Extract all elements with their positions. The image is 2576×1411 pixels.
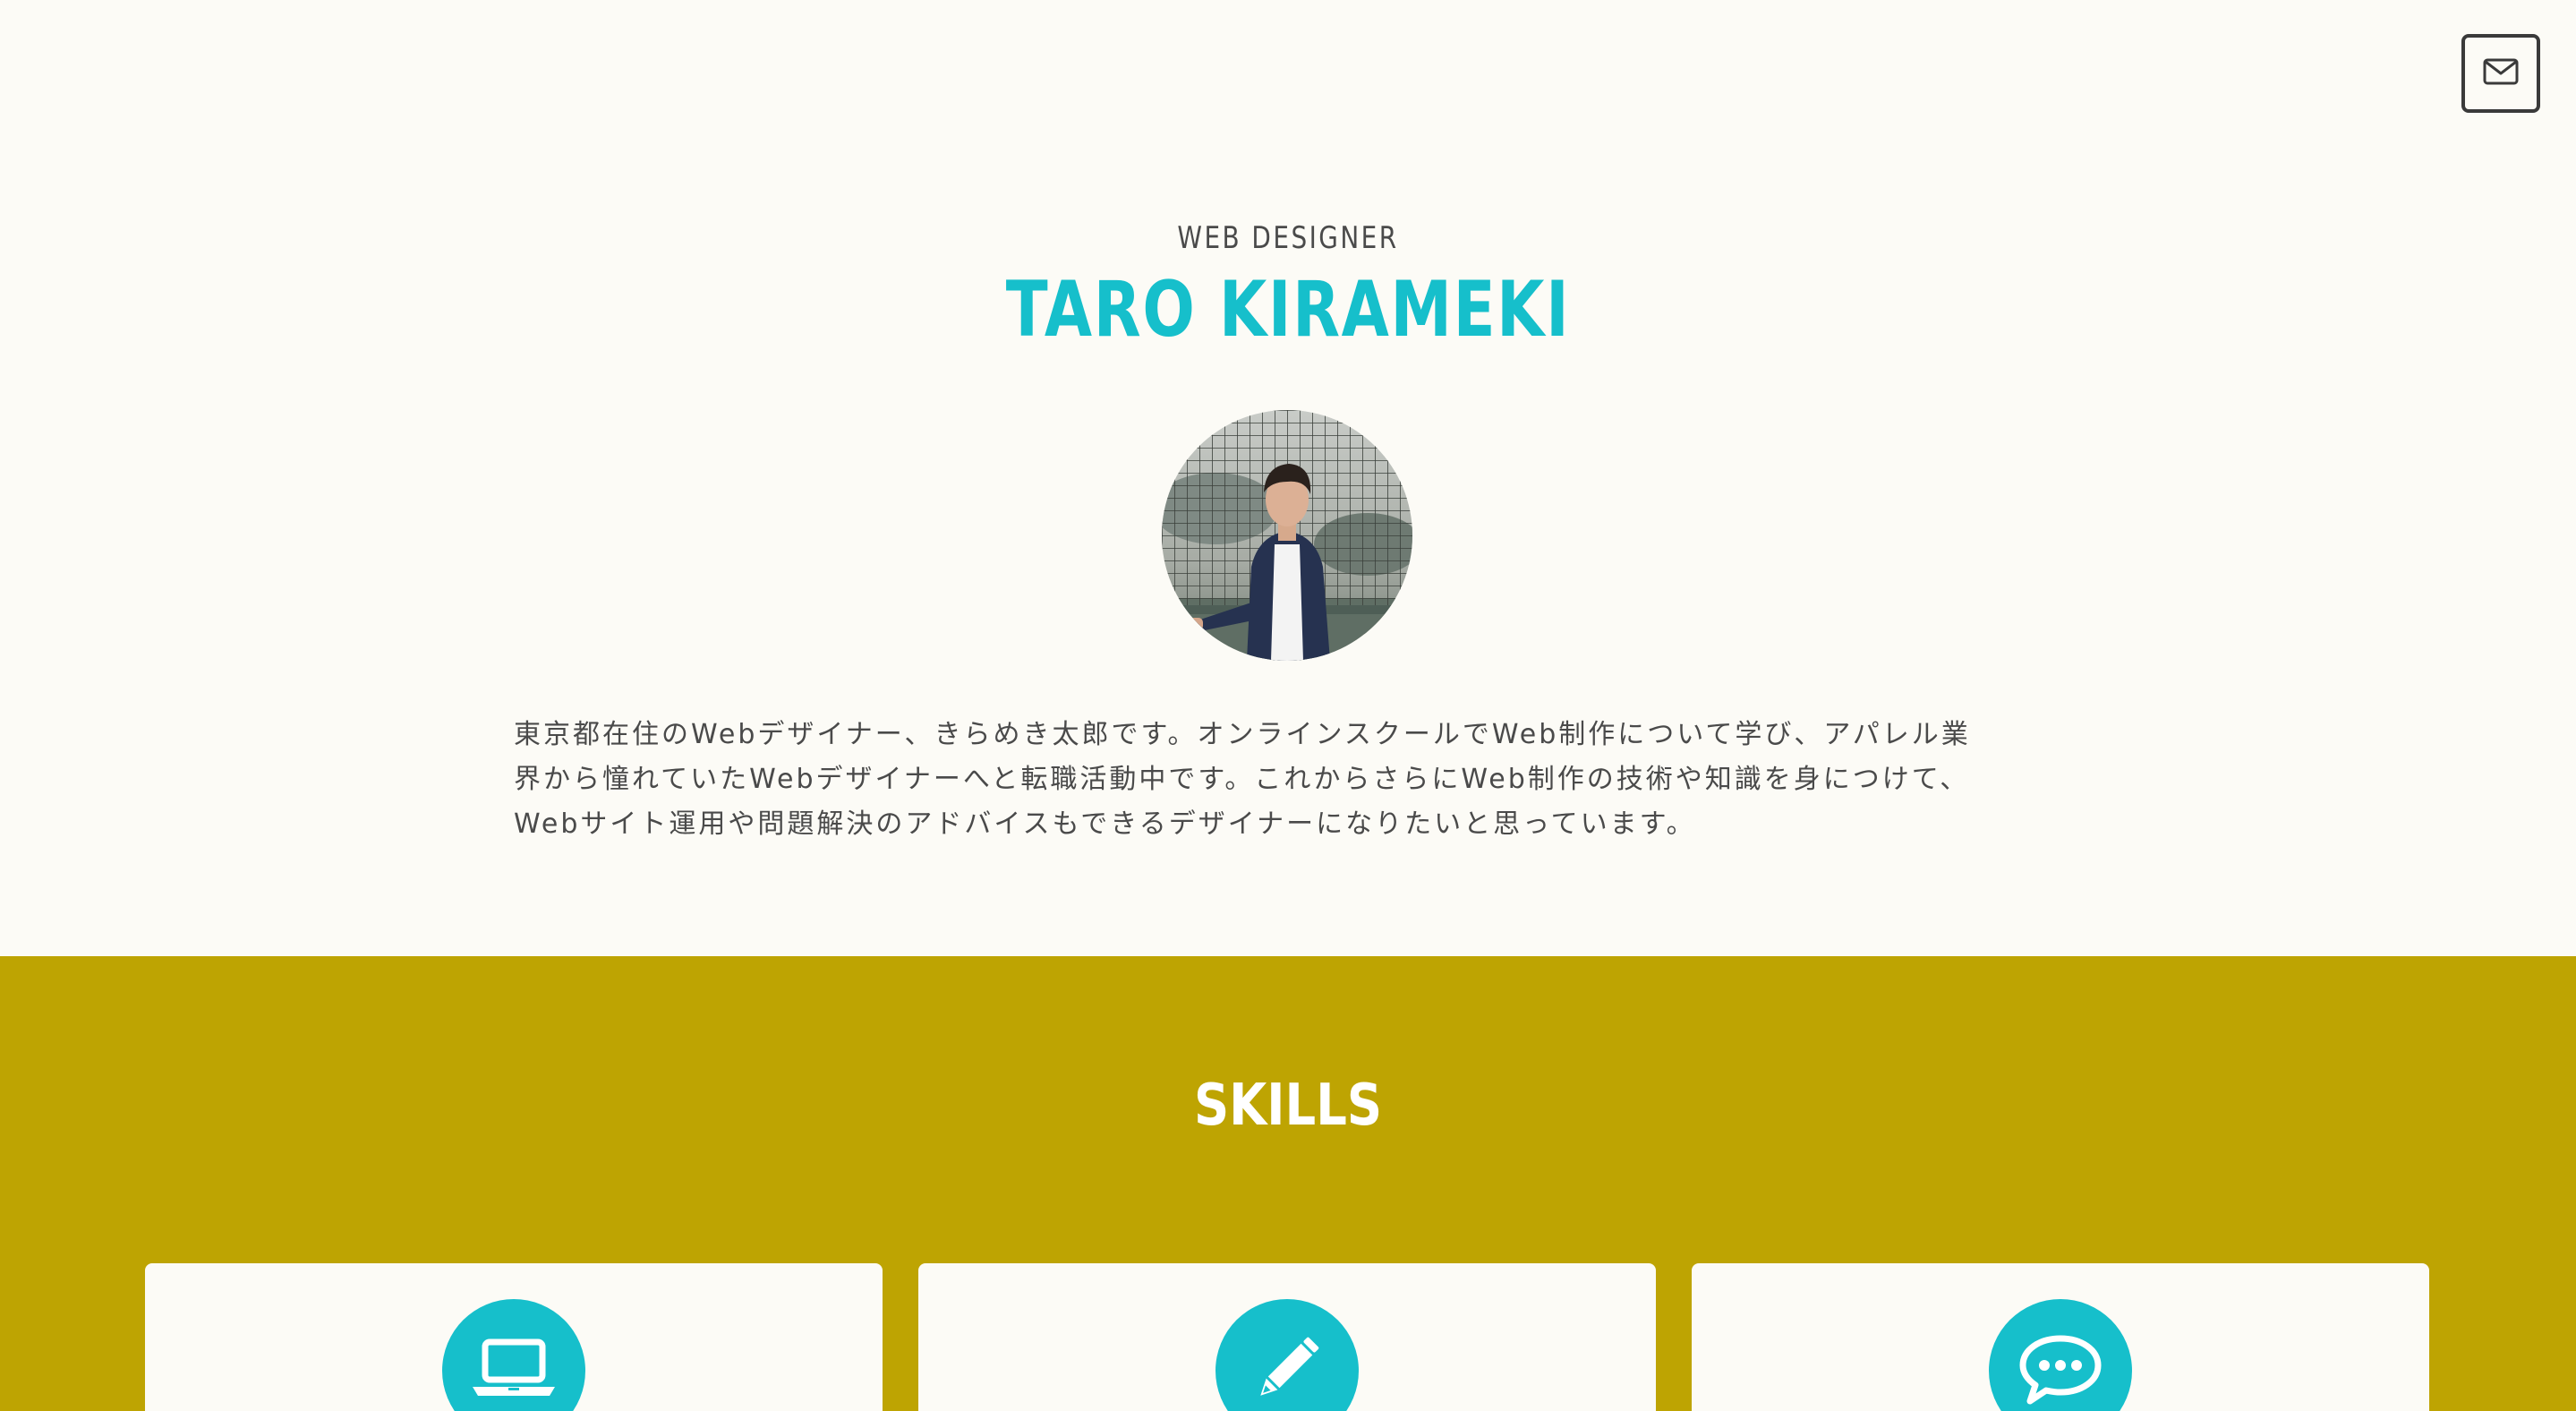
- hero-section: WEB DESIGNER TARO KIRAMEKI 東京都在住のWebデザイナ…: [0, 0, 2576, 956]
- job-title: WEB DESIGNER: [1177, 220, 1399, 256]
- bio-line: 東京都在住のWebデザイナー、きらめき太郎です。オンラインスクールでWeb制作に…: [514, 719, 1971, 750]
- skill-icon-badge: [442, 1299, 585, 1411]
- skill-icon-badge: [1989, 1299, 2132, 1411]
- profile-photo: [1162, 410, 1412, 661]
- skill-card-communication: [1692, 1263, 2429, 1411]
- laptop-icon: [471, 1333, 557, 1408]
- skills-section: SKILLS: [0, 956, 2576, 1411]
- bio-line: Webサイト運用や問題解決のアドバイスもできるデザイナーになりたいと思っています…: [514, 808, 1696, 840]
- bio-text: 東京都在住のWebデザイナー、きらめき太郎です。オンラインスクールでWeb制作に…: [514, 713, 2064, 847]
- skill-icon-badge: [1215, 1299, 1359, 1411]
- skill-card-web: [145, 1263, 883, 1411]
- skill-card-design: [918, 1263, 1656, 1411]
- bio-line: 界から憧れていたWebデザイナーへと転職活動中です。これからさらにWeb制作の技…: [514, 764, 1970, 795]
- section-title: SKILLS: [1193, 1073, 1383, 1139]
- pencil-icon: [1244, 1333, 1330, 1408]
- chat-bubble-icon: [2017, 1333, 2103, 1408]
- designer-name: TARO KIRAMEKI: [1005, 265, 1571, 355]
